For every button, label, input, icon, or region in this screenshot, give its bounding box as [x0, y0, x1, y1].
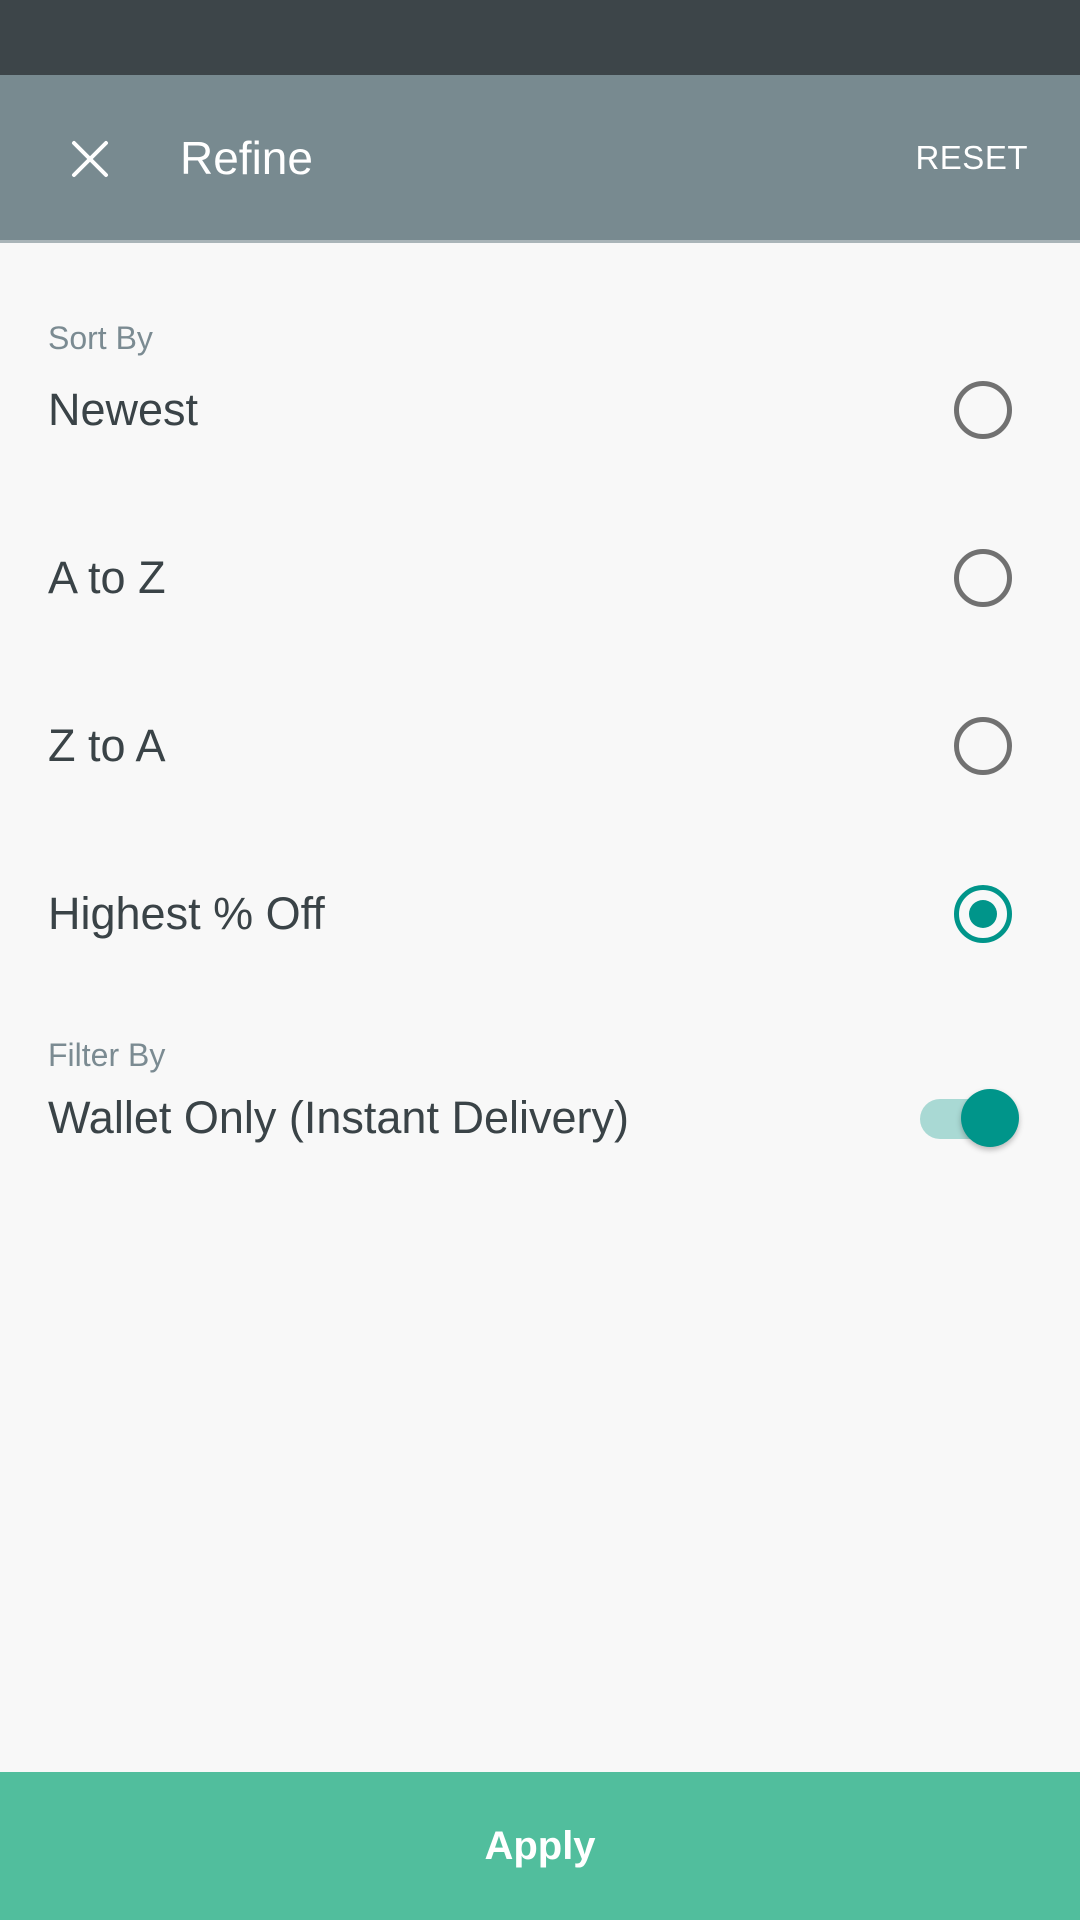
toggle-thumb	[961, 1089, 1019, 1147]
close-button[interactable]	[48, 117, 132, 201]
wallet-only-toggle[interactable]	[918, 1086, 1024, 1150]
app-bar: Refine RESET	[0, 75, 1080, 243]
filter-option-label: Wallet Only (Instant Delivery)	[48, 1092, 629, 1143]
reset-button[interactable]: RESET	[915, 131, 1028, 185]
sort-option-z-to-a[interactable]: Z to A	[0, 686, 1080, 806]
sort-option-a-to-z[interactable]: A to Z	[0, 518, 1080, 638]
page-title: Refine	[180, 132, 313, 184]
radio-button[interactable]	[954, 549, 1012, 607]
sort-option-newest[interactable]: Newest	[0, 350, 1080, 470]
sort-option-label: Z to A	[48, 720, 166, 771]
sort-option-highest-off[interactable]: Highest % Off	[0, 854, 1080, 974]
apply-button[interactable]: Apply	[0, 1772, 1080, 1920]
sort-option-label: Highest % Off	[48, 888, 325, 939]
sort-option-label: Newest	[48, 384, 199, 435]
close-icon	[72, 141, 108, 177]
radio-button-selected[interactable]	[954, 885, 1012, 943]
sort-option-label: A to Z	[48, 552, 166, 603]
status-bar	[0, 0, 1080, 75]
radio-button[interactable]	[954, 381, 1012, 439]
radio-button[interactable]	[954, 717, 1012, 775]
